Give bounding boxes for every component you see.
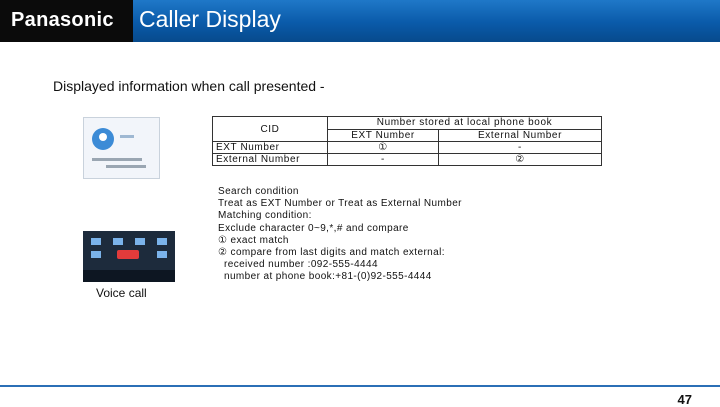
cell-ext-external: - bbox=[438, 141, 602, 154]
caller-avatar-icon bbox=[92, 128, 114, 150]
note-line: Treat as EXT Number or Treat as External… bbox=[218, 198, 462, 210]
table-row: EXT Number ① - bbox=[212, 141, 602, 154]
footer-divider bbox=[0, 385, 720, 387]
note-line: number at phone book:+81-(0)92-555-4444 bbox=[224, 271, 432, 283]
caller-match-table: CID Number stored at local phone book EX… bbox=[212, 116, 602, 166]
keypad-icon bbox=[157, 238, 167, 245]
mute-icon bbox=[135, 238, 145, 245]
brand-logo: Panasonic bbox=[0, 0, 133, 42]
page-title: Caller Display bbox=[139, 6, 281, 32]
caller-name-placeholder bbox=[120, 135, 134, 138]
end-call-icon bbox=[117, 250, 139, 259]
cell-external-ext: - bbox=[327, 153, 439, 166]
headset-icon bbox=[157, 251, 167, 258]
call-duration-line bbox=[106, 165, 146, 168]
section-subtitle: Displayed information when call presente… bbox=[53, 78, 325, 94]
col-ext-number: EXT Number bbox=[327, 128, 439, 142]
row-label-external: External Number bbox=[212, 153, 328, 166]
caller-info-line bbox=[92, 158, 142, 161]
hold-icon bbox=[91, 251, 101, 258]
transfer-icon bbox=[113, 238, 123, 245]
call-controls-screenshot bbox=[83, 231, 175, 282]
android-nav-bar bbox=[83, 270, 175, 282]
note-line: Exclude character 0~9,*,# and compare bbox=[218, 222, 409, 234]
col-external-number: External Number bbox=[438, 128, 602, 142]
cid-header: CID bbox=[212, 116, 328, 142]
note-line: ② compare from last digits and match ext… bbox=[218, 247, 445, 259]
table-row: External Number - ② bbox=[212, 153, 602, 166]
brand-logo-text: Panasonic bbox=[11, 9, 114, 31]
note-line: Search condition bbox=[218, 186, 299, 197]
incoming-call-screenshot bbox=[83, 117, 160, 179]
note-line: received number :092-555-4444 bbox=[224, 259, 378, 271]
header-bar: Panasonic Caller Display bbox=[0, 0, 720, 42]
row-label-ext: EXT Number bbox=[212, 141, 328, 154]
cell-external-external: ② bbox=[438, 153, 602, 166]
phone-book-header: Number stored at local phone book bbox=[327, 116, 602, 130]
speaker-icon bbox=[91, 238, 101, 245]
note-line: Matching condition: bbox=[218, 210, 312, 222]
cell-ext-ext: ① bbox=[327, 141, 439, 154]
search-condition-notes: Search condition Treat as EXT Number or … bbox=[218, 186, 462, 284]
note-line: ① exact match bbox=[218, 234, 289, 246]
voice-call-label: Voice call bbox=[96, 286, 147, 300]
